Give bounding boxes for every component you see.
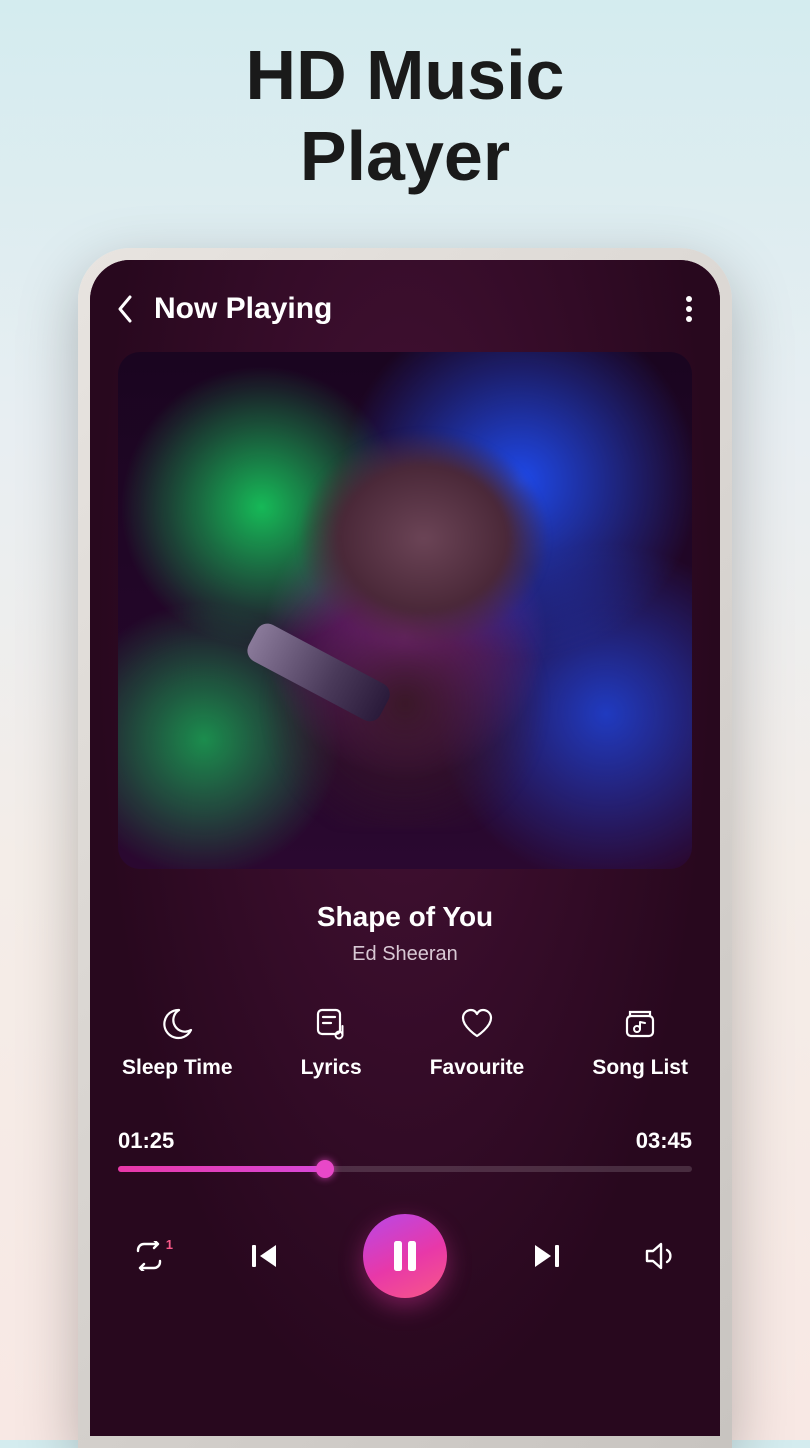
- topbar: Now Playing: [118, 292, 692, 326]
- lyrics-button[interactable]: Lyrics: [301, 1006, 362, 1080]
- playback-controls: 1: [118, 1214, 692, 1298]
- repeat-icon: [132, 1241, 166, 1271]
- volume-icon: [644, 1241, 678, 1271]
- album-art: [118, 352, 692, 869]
- feature-row: Sleep Time Lyrics: [118, 1006, 692, 1080]
- promo-line2: Player: [300, 117, 510, 195]
- progress-fill: [118, 1166, 325, 1172]
- playlist-icon: [622, 1006, 658, 1042]
- sleep-time-label: Sleep Time: [122, 1056, 233, 1080]
- phone-frame: Now Playing Shape of You Ed Sheeran: [78, 248, 732, 1448]
- song-list-button[interactable]: Song List: [592, 1006, 688, 1080]
- singer-figure: [218, 414, 591, 828]
- song-list-label: Song List: [592, 1056, 688, 1080]
- back-button[interactable]: [118, 295, 134, 323]
- repeat-button[interactable]: 1: [132, 1241, 166, 1271]
- chevron-left-icon: [118, 295, 134, 323]
- track-artist: Ed Sheeran: [118, 943, 692, 966]
- favourite-button[interactable]: Favourite: [430, 1006, 525, 1080]
- volume-button[interactable]: [644, 1241, 678, 1271]
- promo-line1: HD Music: [246, 36, 565, 114]
- lyrics-label: Lyrics: [301, 1056, 362, 1080]
- sleep-time-button[interactable]: Sleep Time: [122, 1006, 233, 1080]
- progress-thumb[interactable]: [316, 1160, 334, 1178]
- progress-section: 01:25 03:45: [118, 1128, 692, 1172]
- elapsed-time: 01:25: [118, 1128, 174, 1154]
- track-info: Shape of You Ed Sheeran: [118, 901, 692, 966]
- moon-icon: [159, 1006, 195, 1042]
- previous-icon: [250, 1242, 280, 1270]
- more-vertical-icon: [686, 296, 692, 322]
- more-options-button[interactable]: [686, 296, 692, 322]
- next-button[interactable]: [531, 1242, 561, 1270]
- previous-button[interactable]: [250, 1242, 280, 1270]
- repeat-count: 1: [166, 1237, 173, 1252]
- next-icon: [531, 1242, 561, 1270]
- lyrics-icon: [313, 1006, 349, 1042]
- total-time: 03:45: [636, 1128, 692, 1154]
- track-title: Shape of You: [118, 901, 692, 933]
- heart-icon: [459, 1006, 495, 1042]
- pause-icon: [391, 1239, 419, 1273]
- favourite-label: Favourite: [430, 1056, 525, 1080]
- page-title: Now Playing: [154, 292, 666, 326]
- promo-title: HD Music Player: [0, 0, 810, 196]
- progress-bar[interactable]: [118, 1166, 692, 1172]
- pause-button[interactable]: [363, 1214, 447, 1298]
- phone-screen: Now Playing Shape of You Ed Sheeran: [90, 260, 720, 1436]
